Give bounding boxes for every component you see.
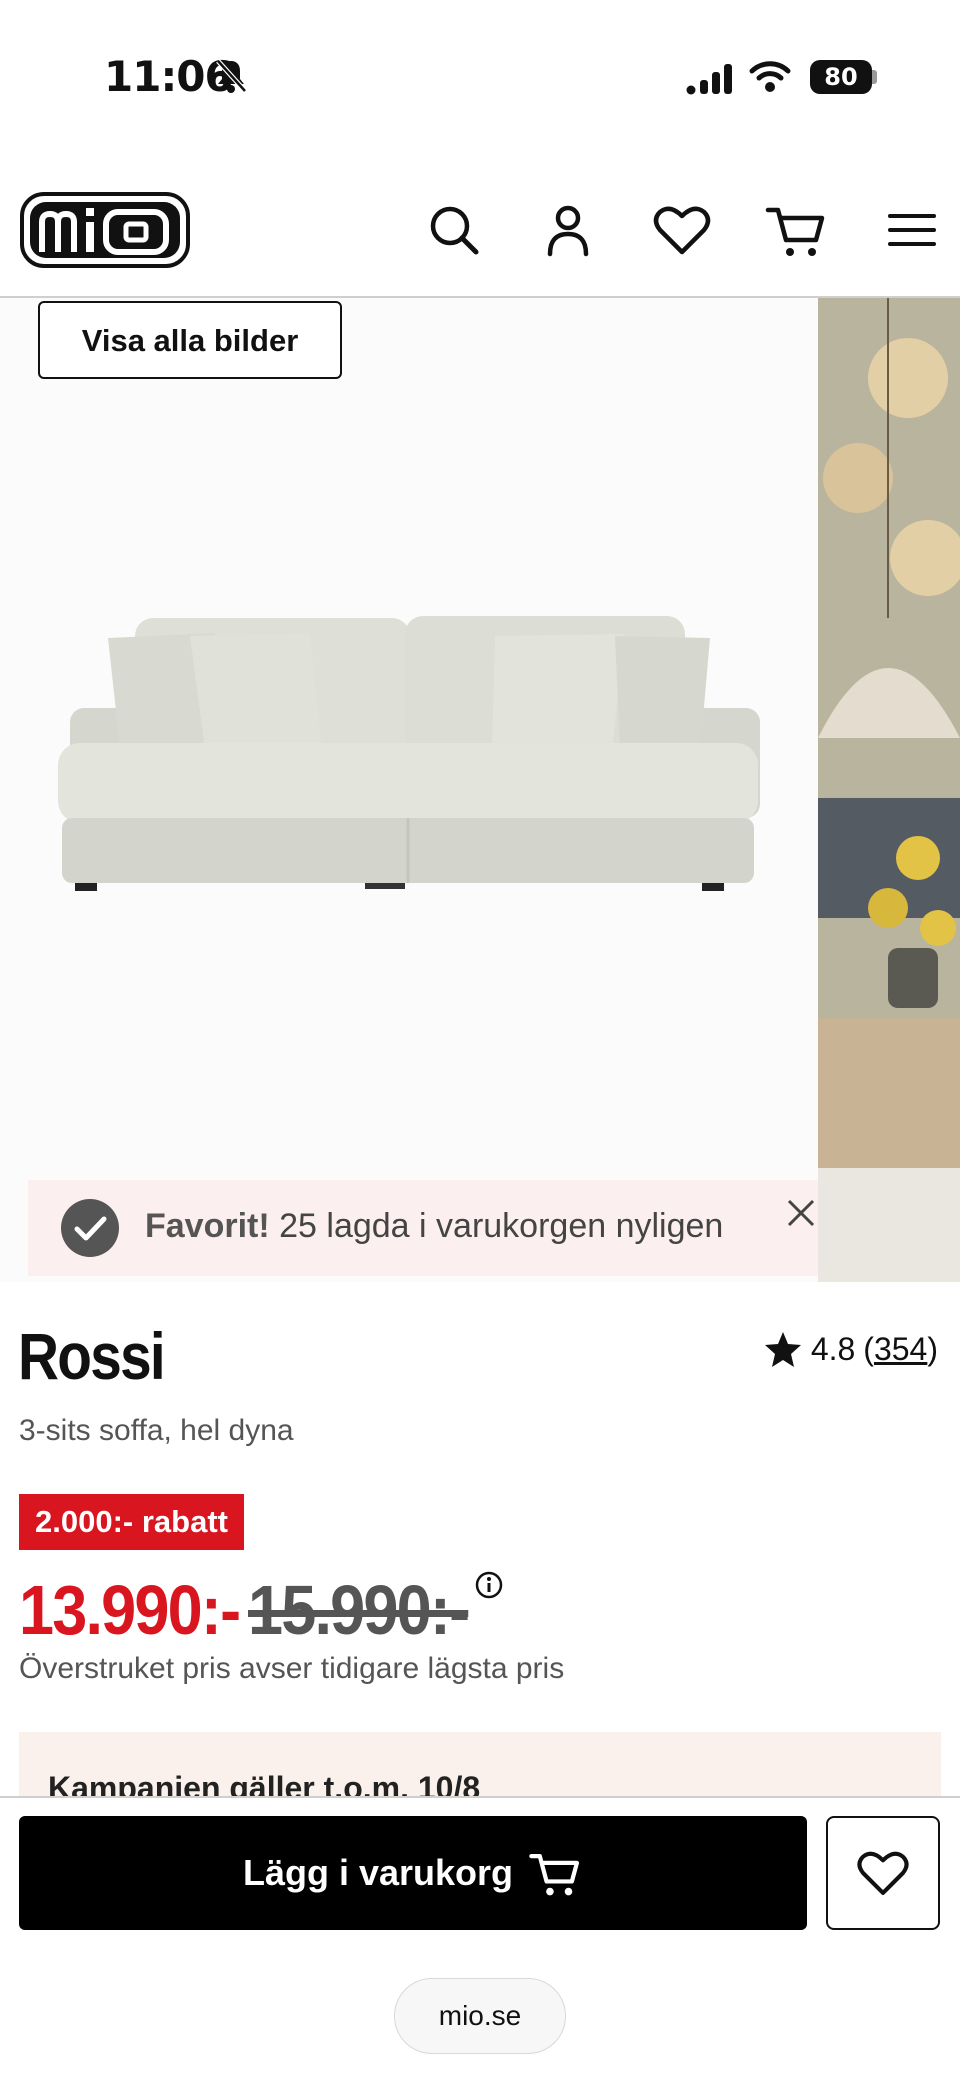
view-all-images-button[interactable]: Visa alla bilder bbox=[38, 301, 342, 379]
previous-price: 15.990:- bbox=[247, 1571, 470, 1649]
add-to-cart-label: Lägg i varukorg bbox=[242, 1852, 514, 1893]
product-subtitle: 3-sits soffa, hel dyna bbox=[19, 1414, 294, 1447]
battery-indicator: 80 bbox=[810, 60, 872, 94]
close-icon[interactable] bbox=[786, 1198, 816, 1228]
current-price: 13.990:- bbox=[19, 1571, 241, 1649]
discount-badge: 2.000:- rabatt bbox=[19, 1494, 244, 1550]
info-icon[interactable] bbox=[474, 1570, 504, 1600]
cart-icon[interactable] bbox=[764, 198, 828, 262]
menu-icon[interactable] bbox=[880, 198, 944, 262]
cellular-signal-icon bbox=[686, 64, 732, 95]
battery-cap bbox=[872, 70, 877, 84]
check-circle-icon bbox=[61, 1199, 119, 1257]
bell-muted-icon bbox=[216, 59, 247, 93]
heart-icon[interactable] bbox=[650, 198, 714, 262]
toast-message: Favorit! 25 lagda i varukorgen nyligen bbox=[145, 1207, 723, 1246]
room-scene-image bbox=[818, 298, 960, 1282]
product-image[interactable] bbox=[0, 298, 818, 1282]
star-icon bbox=[764, 1332, 801, 1367]
review-count[interactable]: (354) bbox=[863, 1331, 938, 1368]
browser-url-pill[interactable]: mio.se bbox=[394, 1978, 566, 2054]
search-icon[interactable] bbox=[422, 198, 486, 262]
cart-icon bbox=[529, 1854, 580, 1896]
sofa-image bbox=[58, 616, 760, 891]
heart-icon bbox=[857, 1851, 909, 1895]
product-rating[interactable]: 4.8 (354) bbox=[763, 1330, 938, 1368]
review-count-link[interactable]: 354 bbox=[874, 1331, 927, 1367]
account-icon[interactable] bbox=[536, 198, 600, 262]
price-note: Överstruket pris avser tidigare lägsta p… bbox=[19, 1652, 565, 1685]
product-title: Rossi bbox=[18, 1319, 166, 1393]
mio-logo[interactable] bbox=[20, 192, 190, 268]
wifi-icon bbox=[749, 61, 791, 92]
add-to-favorites-button[interactable] bbox=[826, 1816, 940, 1930]
price-row: 13.990:- 15.990:- bbox=[19, 1570, 492, 1650]
rating-value: 4.8 bbox=[810, 1330, 856, 1367]
next-product-image[interactable] bbox=[818, 298, 960, 1282]
toast-text: 25 lagda i varukorgen nyligen bbox=[269, 1207, 724, 1245]
site-header bbox=[0, 168, 960, 298]
add-to-cart-button[interactable]: Lägg i varukorg bbox=[19, 1816, 807, 1930]
toast-bold-label: Favorit! bbox=[145, 1207, 270, 1245]
